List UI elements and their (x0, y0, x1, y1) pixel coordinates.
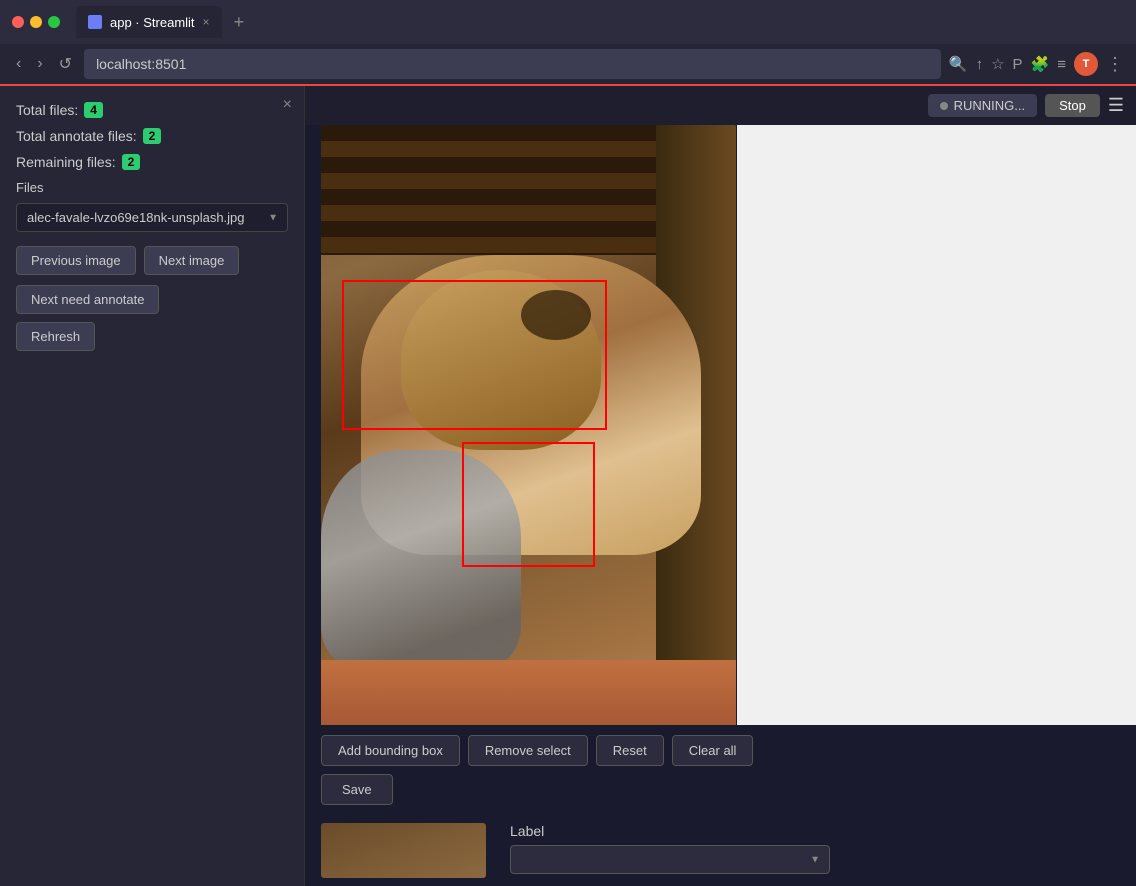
image-panel-row (305, 125, 1136, 725)
total-files-row: Total files: 4 (16, 102, 288, 118)
label-section: Label ▼ (510, 823, 1120, 874)
label-dropdown[interactable] (510, 845, 830, 874)
add-bounding-box-button[interactable]: Add bounding box (321, 735, 460, 766)
reload-button[interactable]: ↺ (55, 50, 76, 78)
remaining-files-badge: 2 (122, 154, 141, 170)
thumbnail-label-row: Label ▼ (305, 815, 1136, 886)
new-tab-button[interactable]: + (228, 12, 251, 33)
tab-bar: app · Streamlit × + (76, 6, 936, 38)
refresh-button[interactable]: Rehresh (16, 322, 95, 351)
save-button[interactable]: Save (321, 774, 393, 805)
extension-p-icon[interactable]: P (1013, 56, 1023, 73)
menu-dots-icon[interactable]: ⋮ (1106, 54, 1124, 75)
running-badge: RUNNING... (928, 94, 1038, 117)
url-bar[interactable] (84, 49, 941, 79)
extensions-icon[interactable]: 🧩 (1031, 55, 1050, 73)
cat-body (321, 450, 521, 670)
toolbar-icons: 🔍 ↑ ☆ P 🧩 ≡ T ⋮ (949, 52, 1124, 76)
maximize-window-button[interactable] (48, 16, 60, 28)
total-annotate-badge: 2 (143, 128, 162, 144)
traffic-lights (12, 16, 60, 28)
label-dropdown-wrapper: ▼ (510, 845, 830, 874)
clear-all-button[interactable]: Clear all (672, 735, 754, 766)
main-topbar: RUNNING... Stop ☰ (305, 86, 1136, 125)
sidebar-close-button[interactable]: × (283, 96, 292, 114)
file-select-wrapper: alec-favale-lvzo69e18nk-unsplash.jpg (16, 203, 288, 232)
photo-background (321, 125, 736, 725)
close-window-button[interactable] (12, 16, 24, 28)
stop-button[interactable]: Stop (1045, 94, 1100, 117)
label-header: Label (510, 823, 1120, 839)
tab-label: app · Streamlit (110, 15, 195, 30)
next-image-button[interactable]: Next image (144, 246, 240, 275)
tab-close-button[interactable]: × (203, 15, 210, 29)
next-need-annotate-button[interactable]: Next need annotate (16, 285, 159, 314)
total-files-label: Total files: (16, 102, 78, 118)
share-icon[interactable]: ↑ (976, 56, 984, 73)
main-content: RUNNING... Stop ☰ (305, 86, 1136, 886)
dog-head (401, 270, 601, 450)
right-panel (737, 125, 1136, 725)
save-row: Save (321, 774, 1120, 805)
titlebar: app · Streamlit × + (0, 0, 1136, 44)
bottom-controls: Add bounding box Remove select Reset Cle… (305, 725, 1136, 815)
sidebar: × Total files: 4 Total annotate files: 2… (0, 86, 305, 886)
floor (321, 660, 736, 725)
total-annotate-row: Total annotate files: 2 (16, 128, 288, 144)
running-label: RUNNING... (954, 98, 1026, 113)
refresh-wrapper: Rehresh (16, 314, 288, 351)
bookmark-icon[interactable]: ☆ (991, 55, 1004, 73)
remaining-files-row: Remaining files: 2 (16, 154, 288, 170)
image-area (305, 125, 737, 725)
annotated-image[interactable] (321, 125, 736, 725)
files-section-label: Files (16, 180, 288, 195)
running-dot-icon (940, 102, 948, 110)
remove-select-button[interactable]: Remove select (468, 735, 588, 766)
dog-ear (521, 290, 591, 340)
previous-image-button[interactable]: Previous image (16, 246, 136, 275)
active-tab[interactable]: app · Streamlit × (76, 6, 222, 38)
profile-icon[interactable]: ≡ (1057, 56, 1066, 73)
forward-button[interactable]: › (33, 51, 46, 77)
file-dropdown[interactable]: alec-favale-lvzo69e18nk-unsplash.jpg (16, 203, 288, 232)
image-nav-buttons: Previous image Next image (16, 246, 288, 275)
reset-button[interactable]: Reset (596, 735, 664, 766)
browser-toolbar: ‹ › ↺ 🔍 ↑ ☆ P 🧩 ≡ T ⋮ (0, 44, 1136, 86)
annotation-buttons-row: Add bounding box Remove select Reset Cle… (321, 735, 1120, 766)
annotated-image-wrapper (321, 125, 736, 725)
back-button[interactable]: ‹ (12, 51, 25, 77)
thumbnail (321, 823, 486, 878)
zoom-icon[interactable]: 🔍 (949, 55, 968, 73)
total-annotate-label: Total annotate files: (16, 128, 137, 144)
minimize-window-button[interactable] (30, 16, 42, 28)
next-annotate-wrapper: Next need annotate (16, 275, 288, 314)
remaining-files-label: Remaining files: (16, 154, 116, 170)
streamlit-icon (88, 15, 102, 29)
app-layout: × Total files: 4 Total annotate files: 2… (0, 86, 1136, 886)
avatar[interactable]: T (1074, 52, 1098, 76)
hamburger-menu-icon[interactable]: ☰ (1108, 95, 1124, 116)
total-files-badge: 4 (84, 102, 103, 118)
browser-chrome: app · Streamlit × + ‹ › ↺ 🔍 ↑ ☆ P 🧩 ≡ T … (0, 0, 1136, 86)
